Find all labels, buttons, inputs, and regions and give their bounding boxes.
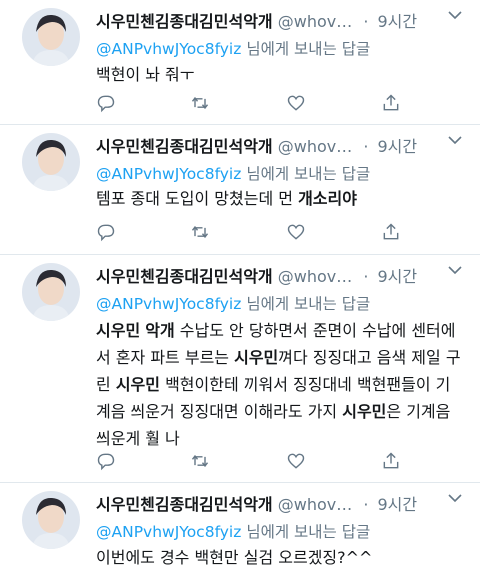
- tweet[interactable]: 시우민첸김종대김민석악개 @whov… · 9시간 @ANPvhwJYoc8fy…: [0, 255, 480, 483]
- timestamp[interactable]: 9시간: [378, 495, 418, 514]
- highlighted-text: 시우민: [96, 321, 141, 340]
- retweet-icon[interactable]: [190, 93, 212, 115]
- tweet-header: 시우민첸김종대김민석악개 @whov… · 9시간: [96, 8, 470, 32]
- chevron-down-icon[interactable]: [448, 263, 462, 279]
- user-handle[interactable]: @whov…: [278, 137, 352, 156]
- reply-context: @ANPvhwJYoc8fyiz 님에게 보내는 답글: [96, 37, 470, 59]
- heart-icon[interactable]: [286, 451, 308, 473]
- mention-link[interactable]: @ANPvhwJYoc8fyiz: [96, 165, 241, 183]
- mention-link[interactable]: @ANPvhwJYoc8fyiz: [96, 523, 241, 541]
- chevron-down-icon[interactable]: [448, 133, 462, 149]
- separator-dot: ·: [363, 12, 369, 31]
- tweet-text: 템포 종대 도입이 망쳤는데 먼 개소리야: [96, 185, 462, 212]
- mention-link[interactable]: @ANPvhwJYoc8fyiz: [96, 295, 241, 313]
- tweet[interactable]: 시우민첸김종대김민석악개 @whov… · 9시간 @ANPvhwJYoc8fy…: [0, 483, 480, 581]
- avatar[interactable]: [22, 263, 80, 321]
- reply-suffix: 님에게 보내는 답글: [246, 523, 371, 541]
- reply-context: @ANPvhwJYoc8fyiz 님에게 보내는 답글: [96, 520, 470, 542]
- heart-icon[interactable]: [286, 222, 308, 244]
- reply-icon[interactable]: [96, 451, 118, 473]
- separator-dot: ·: [363, 495, 369, 514]
- share-icon[interactable]: [381, 222, 403, 244]
- share-icon[interactable]: [381, 93, 403, 115]
- reply-suffix: 님에게 보내는 답글: [246, 165, 371, 183]
- highlighted-text: 개소리야: [298, 189, 357, 208]
- avatar[interactable]: [22, 133, 80, 191]
- action-bar: [96, 451, 399, 473]
- chevron-down-icon[interactable]: [448, 491, 462, 507]
- separator-dot: ·: [363, 137, 369, 156]
- reply-suffix: 님에게 보내는 답글: [246, 295, 371, 313]
- user-handle[interactable]: @whov…: [278, 495, 352, 514]
- reply-icon[interactable]: [96, 222, 118, 244]
- reply-context: @ANPvhwJYoc8fyiz 님에게 보내는 답글: [96, 162, 470, 184]
- tweet-text: 시우민 악개 수납도 안 당하면서 준면이 수납에 센터에서 혼자 파트 부르는…: [96, 317, 462, 452]
- action-bar: [96, 222, 399, 244]
- timestamp[interactable]: 9시간: [378, 137, 418, 156]
- reply-context: @ANPvhwJYoc8fyiz 님에게 보내는 답글: [96, 292, 470, 314]
- highlighted-text: 시우민: [342, 402, 387, 421]
- highlighted-text: 시우민: [234, 348, 279, 367]
- avatar[interactable]: [22, 8, 80, 66]
- display-name[interactable]: 시우민첸김종대김민석악개: [96, 137, 273, 156]
- heart-icon[interactable]: [286, 93, 308, 115]
- timestamp[interactable]: 9시간: [378, 12, 418, 31]
- retweet-icon[interactable]: [190, 222, 212, 244]
- share-icon[interactable]: [381, 451, 403, 473]
- tweet-text: 백현이 놔 줘ㅜ: [96, 61, 462, 88]
- tweet[interactable]: 시우민첸김종대김민석악개 @whov… · 9시간 @ANPvhwJYoc8fy…: [0, 0, 480, 125]
- tweet-text: 이번에도 경수 백현만 실검 오르겠징?^^: [96, 544, 462, 571]
- user-handle[interactable]: @whov…: [278, 12, 352, 31]
- action-bar: [96, 93, 399, 115]
- display-name[interactable]: 시우민첸김종대김민석악개: [96, 12, 273, 31]
- text-run: 템포 종대 도입이 망쳤는데 먼: [96, 189, 299, 208]
- user-handle[interactable]: @whov…: [278, 267, 352, 286]
- reply-suffix: 님에게 보내는 답글: [246, 40, 371, 58]
- separator-dot: ·: [363, 267, 369, 286]
- display-name[interactable]: 시우민첸김종대김민석악개: [96, 267, 273, 286]
- highlighted-text: 악개: [145, 321, 175, 340]
- tweet-header: 시우민첸김종대김민석악개 @whov… · 9시간: [96, 133, 470, 157]
- avatar[interactable]: [22, 491, 80, 549]
- display-name[interactable]: 시우민첸김종대김민석악개: [96, 495, 273, 514]
- text-run: 백현이 놔 줘ㅜ: [96, 65, 195, 84]
- highlighted-text: 시우민: [115, 375, 160, 394]
- mention-link[interactable]: @ANPvhwJYoc8fyiz: [96, 40, 241, 58]
- text-run: 이번에도 경수 백현만 실검 오르겠징?^^: [96, 548, 373, 567]
- retweet-icon[interactable]: [190, 451, 212, 473]
- timestamp[interactable]: 9시간: [378, 267, 418, 286]
- tweet-header: 시우민첸김종대김민석악개 @whov… · 9시간: [96, 491, 470, 515]
- chevron-down-icon[interactable]: [448, 8, 462, 24]
- tweet[interactable]: 시우민첸김종대김민석악개 @whov… · 9시간 @ANPvhwJYoc8fy…: [0, 125, 480, 255]
- tweet-header: 시우민첸김종대김민석악개 @whov… · 9시간: [96, 263, 470, 287]
- reply-icon[interactable]: [96, 93, 118, 115]
